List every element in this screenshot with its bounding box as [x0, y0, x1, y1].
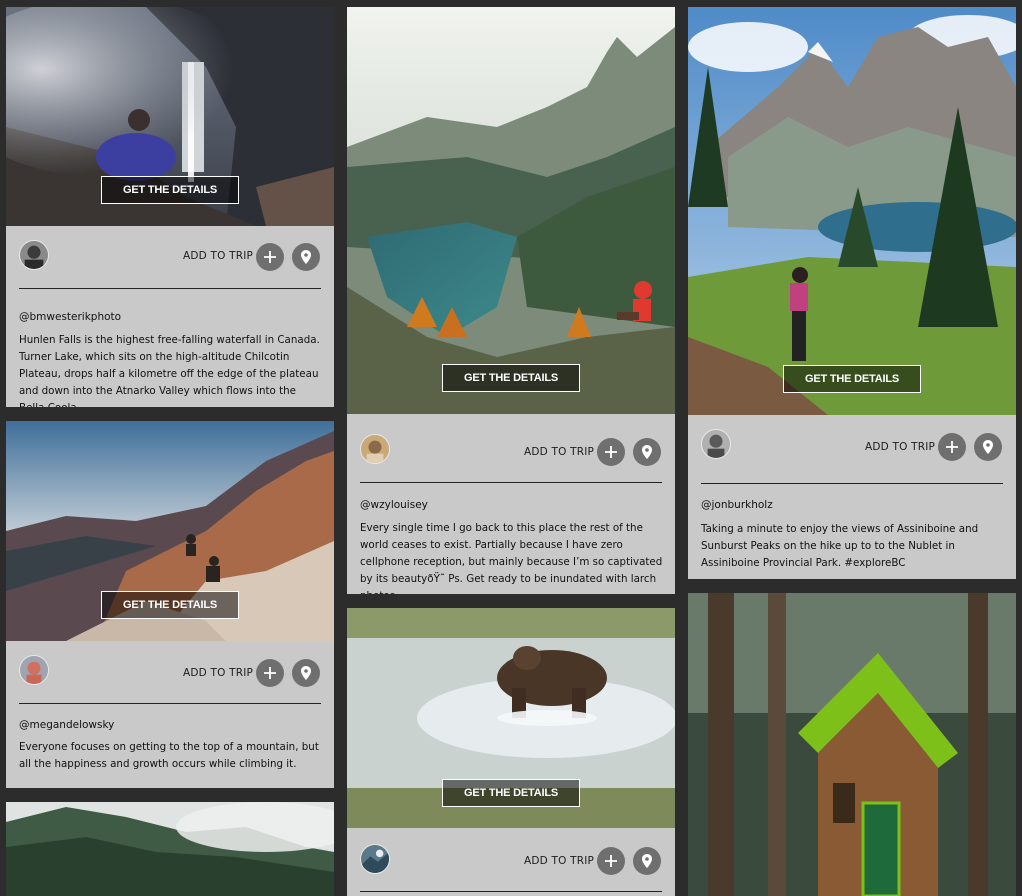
post-info: ADD TO TRIP @megandelowsky Everyone focu…: [6, 641, 334, 788]
get-details-button[interactable]: GET THE DETAILS: [442, 364, 580, 392]
divider: [19, 703, 321, 704]
post-photo[interactable]: [688, 7, 1016, 415]
author-handle[interactable]: @jonburkholz: [701, 499, 773, 511]
location-button[interactable]: [974, 433, 1002, 461]
plus-icon: [605, 855, 617, 867]
location-button[interactable]: [292, 243, 320, 271]
plus-icon: [946, 441, 958, 453]
post-caption: Taking a minute to enjoy the views of As…: [701, 523, 979, 569]
avatar[interactable]: [360, 844, 390, 874]
post-caption: Every single time I go back to this plac…: [360, 522, 663, 594]
divider: [360, 891, 662, 892]
post-caption: Hunlen Falls is the highest free-falling…: [19, 334, 320, 407]
add-to-trip-button[interactable]: [597, 438, 625, 466]
add-to-trip-button[interactable]: [938, 433, 966, 461]
avatar[interactable]: [19, 240, 49, 270]
map-pin-icon: [301, 666, 311, 680]
location-button[interactable]: [633, 438, 661, 466]
post-card-sunset: GET THE DETAILS ADD TO TRIP @megandelows…: [6, 421, 334, 788]
avatar[interactable]: [701, 429, 731, 459]
divider: [360, 482, 662, 483]
post-card-lake: GET THE DETAILS ADD TO TRIP @wzylouisey …: [347, 7, 675, 594]
location-button[interactable]: [292, 659, 320, 687]
avatar[interactable]: [360, 434, 390, 464]
post-photo[interactable]: [347, 7, 675, 414]
misty-forest-photo: [6, 802, 334, 896]
add-to-trip-label[interactable]: ADD TO TRIP: [183, 250, 253, 262]
post-info: ADD TO TRIP @wzylouisey Every single tim…: [347, 414, 675, 594]
plus-icon: [264, 667, 276, 679]
post-card-waterfall: GET THE DETAILS ADD TO TRIP @bmwesterikp…: [6, 7, 334, 407]
author-handle[interactable]: @bmwesterikphoto: [19, 311, 121, 323]
author-handle[interactable]: @wzylouisey: [360, 499, 428, 511]
get-details-button[interactable]: GET THE DETAILS: [442, 779, 580, 807]
post-card-cabin: [688, 593, 1016, 896]
avatar[interactable]: [19, 655, 49, 685]
divider: [19, 288, 321, 289]
location-button[interactable]: [633, 847, 661, 875]
map-pin-icon: [642, 854, 652, 868]
add-to-trip-button[interactable]: [256, 659, 284, 687]
add-to-trip-label[interactable]: ADD TO TRIP: [865, 441, 935, 453]
post-card-forest: [6, 802, 334, 896]
add-to-trip-label[interactable]: ADD TO TRIP: [183, 667, 253, 679]
divider: [701, 483, 1003, 484]
post-info: ADD TO TRIP @bmwesterikphoto Hunlen Fall…: [6, 226, 334, 407]
lake-valley-photo: [347, 7, 675, 414]
add-to-trip-label[interactable]: ADD TO TRIP: [524, 446, 594, 458]
add-to-trip-button[interactable]: [597, 847, 625, 875]
post-photo[interactable]: [688, 593, 1016, 896]
forest-cabin-photo: [688, 593, 1016, 896]
get-details-button[interactable]: GET THE DETAILS: [783, 365, 921, 393]
post-info: ADD TO TRIP @jonburkholz Taking a minute…: [688, 415, 1016, 579]
post-caption: Everyone focuses on getting to the top o…: [19, 741, 319, 770]
add-to-trip-label[interactable]: ADD TO TRIP: [524, 855, 594, 867]
get-details-button[interactable]: GET THE DETAILS: [101, 176, 239, 204]
post-card-assiniboine: GET THE DETAILS ADD TO TRIP @jonburkholz…: [688, 7, 1016, 579]
plus-icon: [264, 251, 276, 263]
assiniboine-peaks-photo: [688, 7, 1016, 415]
add-to-trip-button[interactable]: [256, 243, 284, 271]
map-pin-icon: [301, 250, 311, 264]
author-handle[interactable]: @megandelowsky: [19, 719, 114, 731]
plus-icon: [605, 446, 617, 458]
post-info: ADD TO TRIP: [347, 828, 675, 896]
post-photo[interactable]: [6, 802, 334, 896]
map-pin-icon: [983, 440, 993, 454]
map-pin-icon: [642, 445, 652, 459]
get-details-button[interactable]: GET THE DETAILS: [101, 591, 239, 619]
post-card-bear: GET THE DETAILS ADD TO TRIP: [347, 608, 675, 896]
